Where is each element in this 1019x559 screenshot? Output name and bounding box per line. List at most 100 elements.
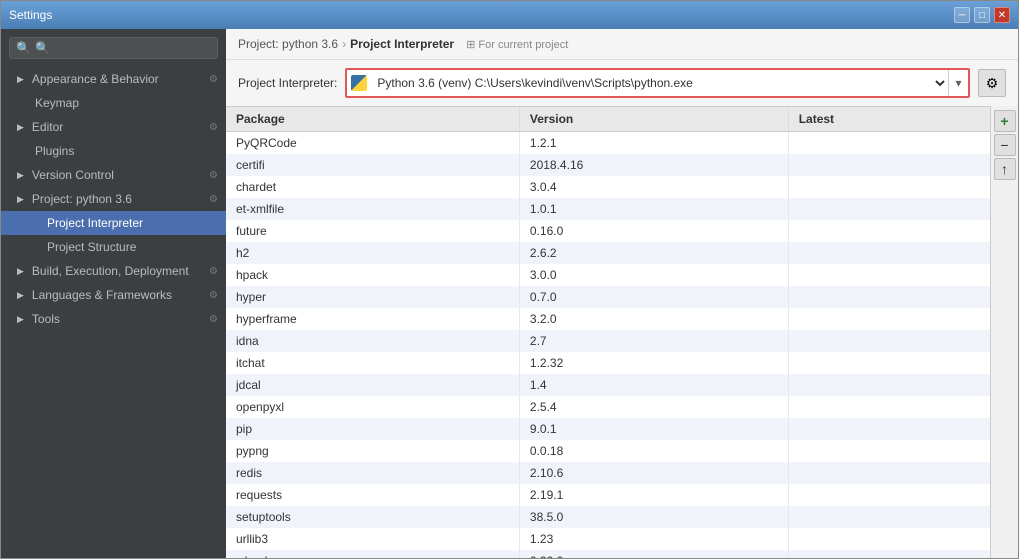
breadcrumb-project: Project: python 3.6 bbox=[238, 37, 338, 51]
chevron-icon: ▶ bbox=[17, 170, 24, 181]
sidebar-item-languages[interactable]: ▶Languages & Frameworks⚙ bbox=[1, 283, 226, 307]
packages-area: Package Version Latest PyQRCode 1.2.1 ce… bbox=[226, 106, 1018, 558]
sidebar-item-plugins[interactable]: Plugins bbox=[1, 139, 226, 163]
table-row[interactable]: chardet 3.0.4 bbox=[226, 176, 990, 198]
table-row[interactable]: setuptools 38.5.0 bbox=[226, 506, 990, 528]
cell-version: 0.30.0 bbox=[519, 550, 788, 558]
table-row[interactable]: hyperframe 3.2.0 bbox=[226, 308, 990, 330]
table-row[interactable]: wheel 0.30.0 bbox=[226, 550, 990, 558]
cell-latest bbox=[788, 550, 990, 558]
cell-latest bbox=[788, 132, 990, 155]
cell-latest bbox=[788, 154, 990, 176]
sidebar-item-appearance[interactable]: ▶Appearance & Behavior⚙ bbox=[1, 67, 226, 91]
table-row[interactable]: PyQRCode 1.2.1 bbox=[226, 132, 990, 155]
table-row[interactable]: hyper 0.7.0 bbox=[226, 286, 990, 308]
table-row[interactable]: openpyxl 2.5.4 bbox=[226, 396, 990, 418]
settings-icon: ⚙ bbox=[209, 170, 218, 181]
table-row[interactable]: itchat 1.2.32 bbox=[226, 352, 990, 374]
cell-latest bbox=[788, 330, 990, 352]
content-area: 🔍 ▶Appearance & Behavior⚙Keymap▶Editor⚙P… bbox=[1, 29, 1018, 558]
cell-latest bbox=[788, 396, 990, 418]
cell-version: 2.7 bbox=[519, 330, 788, 352]
interpreter-row: Project Interpreter: Python 3.6 (venv) C… bbox=[226, 60, 1018, 106]
table-row[interactable]: pip 9.0.1 bbox=[226, 418, 990, 440]
cell-latest bbox=[788, 176, 990, 198]
chevron-icon: ▶ bbox=[17, 266, 24, 277]
cell-version: 3.0.0 bbox=[519, 264, 788, 286]
sidebar-item-label: Project: python 3.6 bbox=[32, 192, 132, 206]
table-row[interactable]: idna 2.7 bbox=[226, 330, 990, 352]
maximize-button[interactable]: □ bbox=[974, 7, 990, 23]
table-header: Package Version Latest bbox=[226, 107, 990, 132]
close-button[interactable]: ✕ bbox=[994, 7, 1010, 23]
cell-package: h2 bbox=[226, 242, 519, 264]
cell-version: 2.19.1 bbox=[519, 484, 788, 506]
cell-version: 3.0.4 bbox=[519, 176, 788, 198]
sidebar-items: ▶ Appearance & Behavior ⚙ Keymap▶Editor⚙ Plu… bbox=[1, 67, 226, 331]
chevron-icon: ▶ bbox=[17, 194, 24, 205]
cell-package: itchat bbox=[226, 352, 519, 374]
sidebar-item-editor[interactable]: ▶Editor⚙ bbox=[1, 115, 226, 139]
interpreter-selector[interactable]: Python 3.6 (venv) C:\Users\kevindi\venv\… bbox=[345, 68, 970, 98]
minimize-button[interactable]: ─ bbox=[954, 7, 970, 23]
cell-package: PyQRCode bbox=[226, 132, 519, 155]
settings-icon: ⚙ bbox=[209, 194, 218, 205]
sidebar-item-tools[interactable]: ▶Tools⚙ bbox=[1, 307, 226, 331]
table-row[interactable]: hpack 3.0.0 bbox=[226, 264, 990, 286]
cell-package: idna bbox=[226, 330, 519, 352]
chevron-icon: ▶ bbox=[17, 314, 24, 325]
table-row[interactable]: urllib3 1.23 bbox=[226, 528, 990, 550]
packages-table-container: Package Version Latest PyQRCode 1.2.1 ce… bbox=[226, 106, 990, 558]
table-row[interactable]: redis 2.10.6 bbox=[226, 462, 990, 484]
sidebar-item-keymap[interactable]: Keymap bbox=[1, 91, 226, 115]
sidebar-item-version-control[interactable]: ▶ Version Control ⚙ bbox=[1, 163, 226, 187]
cell-package: certifi bbox=[226, 154, 519, 176]
cell-version: 3.2.0 bbox=[519, 308, 788, 330]
cell-version: 2018.4.16 bbox=[519, 154, 788, 176]
table-row[interactable]: jdcal 1.4 bbox=[226, 374, 990, 396]
cell-latest bbox=[788, 484, 990, 506]
interpreter-label: Project Interpreter: bbox=[238, 76, 337, 90]
interpreter-select[interactable]: Python 3.6 (venv) C:\Users\kevindi\venv\… bbox=[369, 72, 948, 94]
table-row[interactable]: et-xmlfile 1.0.1 bbox=[226, 198, 990, 220]
table-row[interactable]: future 0.16.0 bbox=[226, 220, 990, 242]
sidebar-item-build[interactable]: ▶Build, Execution, Deployment⚙ bbox=[1, 259, 226, 283]
table-row[interactable]: pypng 0.0.18 bbox=[226, 440, 990, 462]
cell-version: 1.2.1 bbox=[519, 132, 788, 155]
settings-window: Settings ─ □ ✕ 🔍 ▶Appearance & Behavior⚙… bbox=[0, 0, 1019, 559]
cell-package: requests bbox=[226, 484, 519, 506]
sidebar-item-label: Tools bbox=[32, 312, 60, 326]
remove-package-button[interactable]: − bbox=[994, 134, 1016, 156]
sidebar-item-label: Version Control bbox=[32, 168, 114, 182]
sidebar-item-label: Plugins bbox=[35, 144, 74, 158]
breadcrumb-page: Project Interpreter bbox=[350, 37, 454, 51]
interpreter-gear-button[interactable]: ⚙ bbox=[978, 69, 1006, 97]
sidebar-item-label: Appearance & Behavior bbox=[32, 72, 159, 86]
table-row[interactable]: h2 2.6.2 bbox=[226, 242, 990, 264]
title-bar-controls: ─ □ ✕ bbox=[954, 7, 1010, 23]
cell-package: chardet bbox=[226, 176, 519, 198]
cell-version: 2.10.6 bbox=[519, 462, 788, 484]
cell-latest bbox=[788, 352, 990, 374]
search-input[interactable] bbox=[35, 41, 211, 55]
table-row[interactable]: certifi 2018.4.16 bbox=[226, 154, 990, 176]
upgrade-package-button[interactable]: ↑ bbox=[994, 158, 1016, 180]
breadcrumb-separator: › bbox=[342, 37, 346, 51]
cell-version: 0.0.18 bbox=[519, 440, 788, 462]
sidebar-item-label: Languages & Frameworks bbox=[32, 288, 172, 302]
cell-latest bbox=[788, 418, 990, 440]
sidebar-item-project-structure[interactable]: Project Structure bbox=[1, 235, 226, 259]
add-package-button[interactable]: + bbox=[994, 110, 1016, 132]
sidebar-item-project-interpreter[interactable]: Project Interpreter bbox=[1, 211, 226, 235]
interpreter-dropdown-arrow[interactable]: ▾ bbox=[948, 70, 968, 96]
cell-latest bbox=[788, 242, 990, 264]
search-box[interactable]: 🔍 bbox=[9, 37, 218, 59]
cell-package: hyper bbox=[226, 286, 519, 308]
cell-latest bbox=[788, 462, 990, 484]
settings-icon: ⚙ bbox=[209, 266, 218, 277]
sidebar-item-project[interactable]: ▶ Project: python 3.6 ⚙ bbox=[1, 187, 226, 211]
chevron-icon: ▶ bbox=[17, 74, 24, 85]
table-row[interactable]: requests 2.19.1 bbox=[226, 484, 990, 506]
packages-tbody: PyQRCode 1.2.1 certifi 2018.4.16 chardet… bbox=[226, 132, 990, 559]
cell-latest bbox=[788, 308, 990, 330]
